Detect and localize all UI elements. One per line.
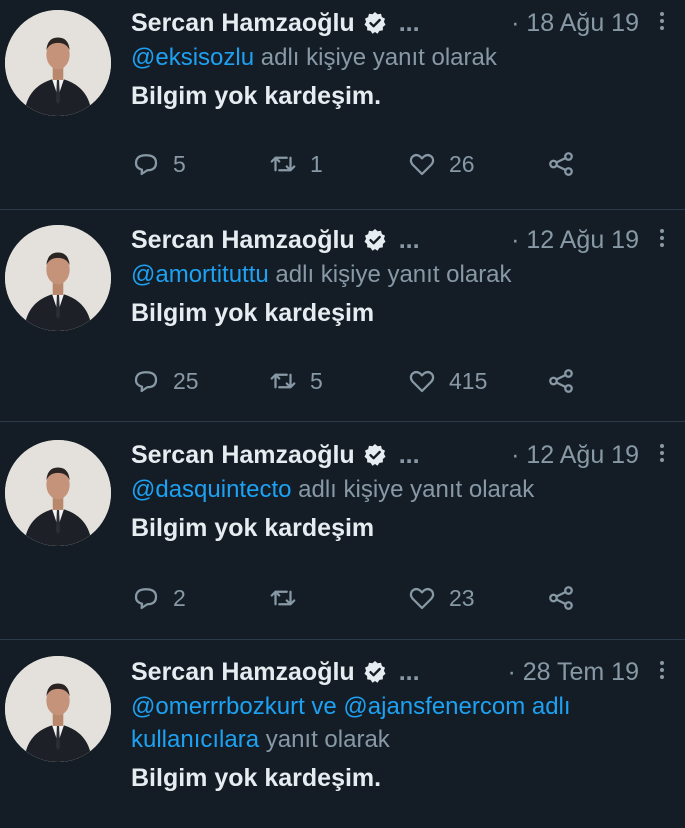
verified-badge-icon	[363, 228, 387, 252]
reply-icon	[134, 371, 158, 393]
reply-context: @eksisozlu adlı kişiye yanıt olarak	[131, 41, 665, 74]
tweet-text: Bilgim yok kardeşim.	[131, 764, 382, 792]
tweet-actions: 25 5 415	[131, 363, 591, 399]
like-count: 23	[449, 584, 475, 611]
reply-icon	[134, 154, 158, 176]
reply-context-text: yanıt olarak	[259, 726, 390, 753]
author-name[interactable]: Sercan Hamzaoğlu	[131, 658, 355, 687]
retweet-icon	[270, 373, 296, 389]
more-vertical-icon[interactable]	[657, 441, 667, 469]
tweet[interactable]: Sercan Hamzaoğlu ... · 12 Ağu 19 @dasqui…	[0, 422, 685, 640]
avatar[interactable]	[5, 225, 111, 331]
mention-link[interactable]: @amortituttu	[131, 261, 269, 288]
reply-context: @omerrrbozkurt ve @ajansfenercom adlı kul…	[131, 690, 665, 756]
reply-count: 5	[173, 150, 186, 177]
verified-badge-icon	[363, 11, 387, 35]
tweet-text: Bilgim yok kardeşim	[131, 299, 375, 327]
avatar[interactable]	[5, 10, 111, 116]
share-button[interactable]	[546, 580, 576, 616]
reply-button[interactable]: 5	[131, 146, 186, 182]
retweet-count: 1	[310, 150, 323, 177]
avatar[interactable]	[5, 656, 111, 762]
retweet-button[interactable]: 5	[268, 363, 323, 399]
tweet-actions: 2 23	[131, 580, 591, 616]
like-button[interactable]: 23	[407, 580, 475, 616]
tweet-text: Bilgim yok kardeşim	[131, 514, 375, 542]
reply-count: 25	[173, 367, 199, 394]
like-count: 415	[449, 367, 488, 394]
reply-context: @amortituttu adlı kişiye yanıt olarak	[131, 258, 665, 291]
share-icon	[549, 152, 573, 176]
mention-link-continued[interactable]: kullanıcılara	[131, 726, 259, 753]
retweet-button[interactable]	[268, 580, 310, 616]
author-name[interactable]: Sercan Hamzaoğlu	[131, 226, 355, 255]
tweet[interactable]: Sercan Hamzaoğlu ... · 28 Tem 19 @omerrr…	[0, 640, 685, 828]
handle-truncated: ...	[398, 225, 420, 254]
more-vertical-icon[interactable]	[657, 9, 667, 37]
retweet-count: 5	[310, 367, 323, 394]
tweet-actions: 5 1 26	[131, 146, 591, 182]
like-button[interactable]: 415	[407, 363, 487, 399]
retweet-button[interactable]: 1	[268, 146, 323, 182]
tweet-date[interactable]: · 18 Ağu 19	[511, 9, 639, 38]
author-name[interactable]: Sercan Hamzaoğlu	[131, 441, 355, 470]
author-name[interactable]: Sercan Hamzaoğlu	[131, 9, 355, 38]
tweet-text: Bilgim yok kardeşim.	[131, 82, 382, 110]
heart-icon	[409, 153, 435, 176]
share-icon	[549, 369, 573, 393]
reply-icon	[134, 588, 158, 610]
tweet-date[interactable]: · 12 Ağu 19	[511, 226, 639, 255]
avatar-image	[5, 440, 111, 546]
share-button[interactable]	[546, 146, 576, 182]
mention-link[interactable]: @eksisozlu	[131, 44, 254, 71]
like-button[interactable]: 26	[407, 146, 475, 182]
more-vertical-icon[interactable]	[657, 658, 667, 686]
reply-context-text: adlı kişiye yanıt olarak	[254, 44, 497, 71]
tweet-date[interactable]: · 12 Ağu 19	[511, 441, 639, 470]
share-button[interactable]	[546, 363, 576, 399]
tweet-feed: Sercan Hamzaoğlu ... · 18 Ağu 19 @eksiso…	[0, 0, 685, 828]
mention-link[interactable]: @dasquintecto	[131, 476, 291, 503]
avatar-image	[5, 656, 111, 762]
tweet-date[interactable]: · 28 Tem 19	[507, 658, 639, 687]
avatar-image	[5, 10, 111, 116]
more-vertical-icon[interactable]	[657, 226, 667, 254]
reply-context-text: adlı kişiye yanıt olarak	[291, 476, 535, 503]
handle-truncated: ...	[398, 8, 420, 37]
avatar[interactable]	[5, 440, 111, 546]
avatar-image	[5, 225, 111, 331]
verified-badge-icon	[363, 443, 387, 467]
retweet-icon	[270, 590, 296, 606]
reply-count: 2	[173, 584, 186, 611]
verified-badge-icon	[363, 660, 387, 684]
reply-context-text: adlı kişiye yanıt olarak	[268, 261, 512, 288]
reply-context: @dasquintecto adlı kişiye yanıt olarak	[131, 473, 665, 506]
tweet[interactable]: Sercan Hamzaoğlu ... · 18 Ağu 19 @eksiso…	[0, 0, 685, 210]
mention-link[interactable]: @omerrrbozkurt ve @ajansfenercom adlı	[131, 693, 571, 720]
heart-icon	[409, 370, 435, 393]
handle-truncated: ...	[398, 440, 420, 469]
reply-button[interactable]: 2	[131, 580, 186, 616]
retweet-icon	[270, 156, 296, 172]
handle-truncated: ...	[398, 657, 420, 686]
reply-button[interactable]: 25	[131, 363, 199, 399]
share-icon	[549, 586, 573, 610]
like-count: 26	[449, 150, 475, 177]
tweet[interactable]: Sercan Hamzaoğlu ... · 12 Ağu 19 @amorti…	[0, 210, 685, 422]
heart-icon	[409, 587, 435, 610]
